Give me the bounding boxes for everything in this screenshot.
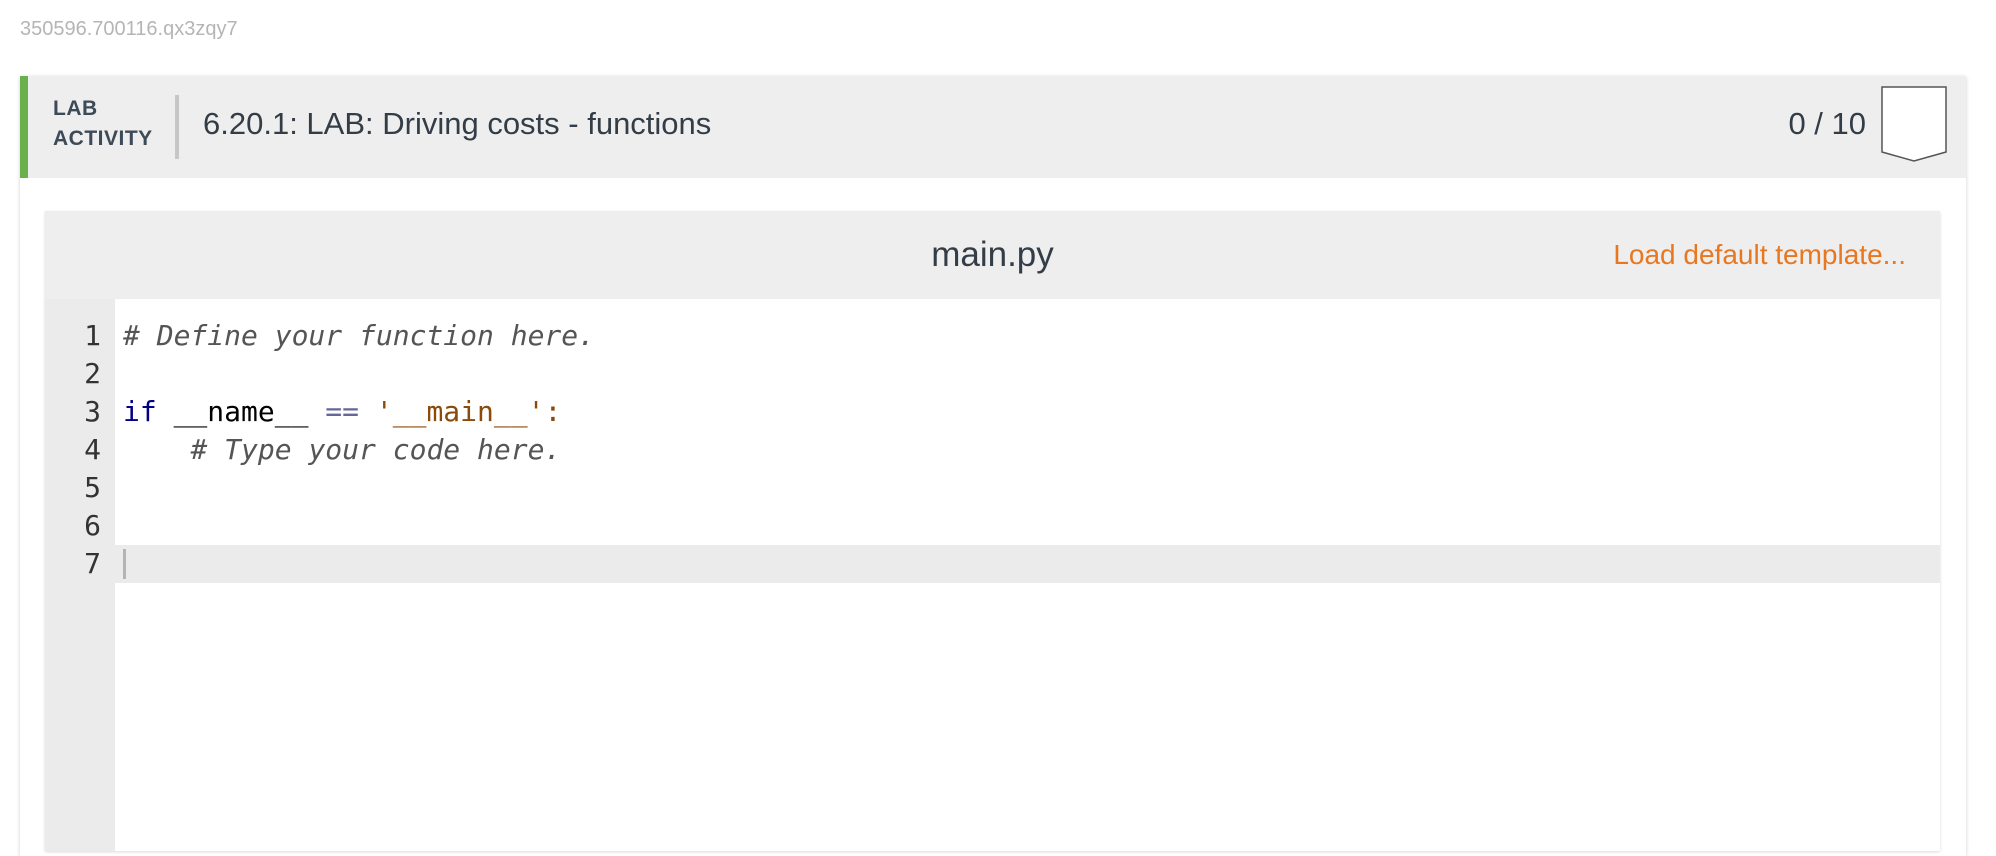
line-number: 6 [84,509,101,542]
code-line[interactable]: 1 # Define your function here. [45,317,1940,355]
line-number: 2 [84,357,101,390]
line-number: 3 [84,395,101,428]
code-line[interactable]: 7 [45,545,1940,583]
code-token: # Define your function here. [123,319,596,352]
line-number: 7 [84,547,101,580]
code-line[interactable]: 4 # Type your code here. [45,431,1940,469]
line-number: 4 [84,433,101,466]
lab-kind-line1: LAB [53,97,98,120]
line-code: # Type your code here. [123,431,561,469]
lab-header: LAB ACTIVITY 6.20.1: LAB: Driving costs … [20,76,1966,178]
code-line[interactable]: 3 if __name__ == '__main__': [45,393,1940,431]
load-default-template-link[interactable]: Load default template... [1613,239,1906,271]
line-code: if __name__ == '__main__': [123,393,561,431]
session-id: 350596.700116.qx3zqy7 [20,18,238,40]
code-area[interactable]: 1 # Define your function here. 2 3 if __name… [45,317,1940,583]
lab-activity-card: LAB ACTIVITY 6.20.1: LAB: Driving costs … [20,76,1966,856]
code-editor: main.py Load default template... 1 # Defi… [45,211,1940,851]
lab-title: 6.20.1: LAB: Driving costs - functions [203,106,712,141]
code-token: __name__ [156,395,326,428]
lab-kind-line2: ACTIVITY [53,127,153,150]
code-token: '__main__' [375,395,545,428]
lab-score: 0 / 10 [1788,106,1866,141]
code-token: : [544,395,562,428]
code-token: # Type your code here. [190,433,562,466]
lab-activity-label: LAB ACTIVITY [53,94,153,154]
editor-body[interactable]: 1 # Define your function here. 2 3 if __name… [45,299,1940,851]
header-divider [175,95,179,159]
code-line[interactable]: 5 [45,469,1940,507]
code-line[interactable]: 6 [45,507,1940,545]
score-badge-icon [1881,86,1947,162]
editor-header: main.py Load default template... [45,211,1940,299]
code-line[interactable]: 2 [45,355,1940,393]
line-code: # Define your function here. [123,317,595,355]
code-token: if [123,395,157,428]
text-cursor [123,549,126,579]
line-number: 5 [84,471,101,504]
line-number: 1 [84,319,101,352]
code-token: == [325,395,360,428]
